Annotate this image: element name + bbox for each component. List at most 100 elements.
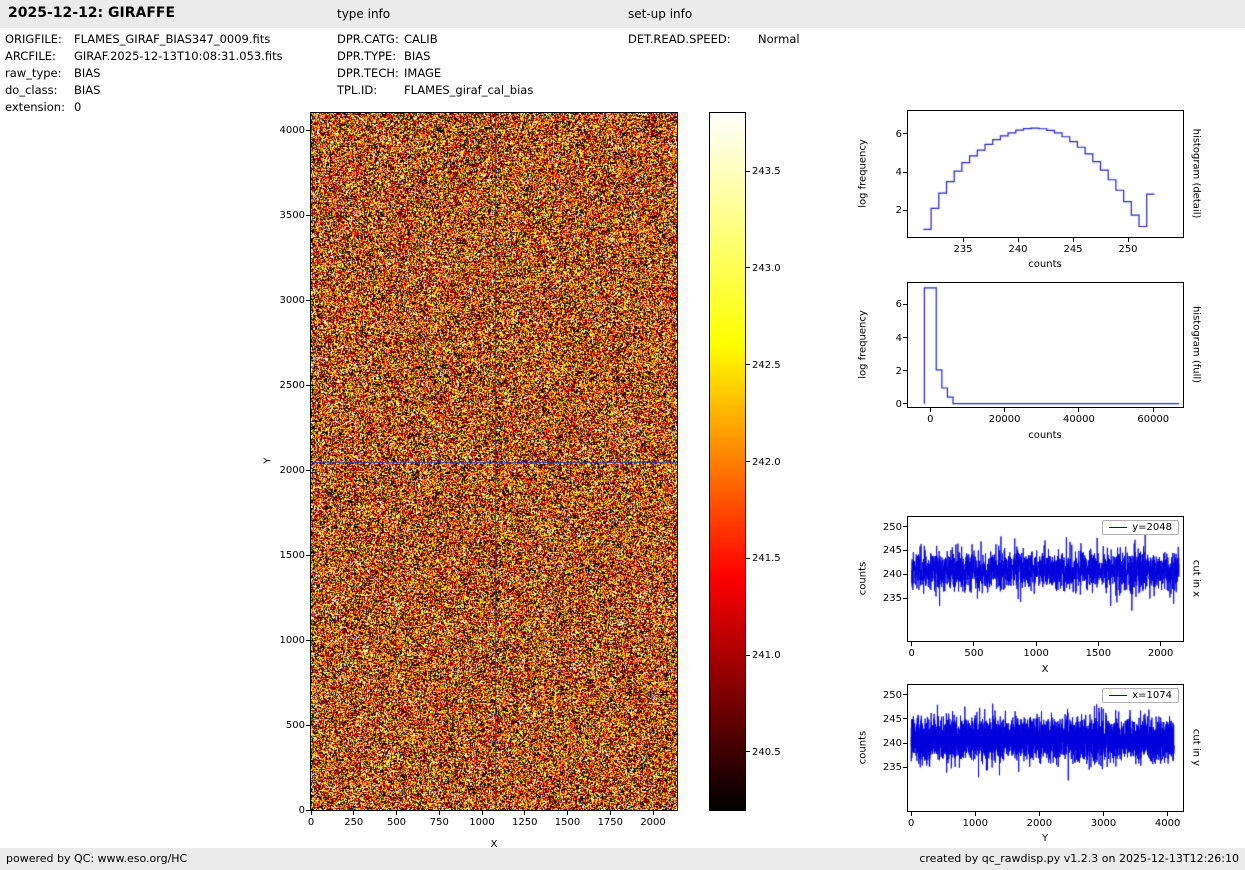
x-tick-mark	[481, 811, 483, 815]
y-tick-mark	[306, 384, 310, 386]
info-value: IMAGE	[404, 66, 442, 80]
cut-in-y-right-label: cut in y	[1190, 728, 1202, 767]
y-tick-label: 3500	[279, 210, 305, 221]
info-row: DPR.CATG: CALIB	[337, 31, 533, 48]
colorbar-tick-label: 241.5	[752, 553, 781, 565]
colorbar-canvas	[710, 113, 745, 810]
y-tick-mark	[903, 171, 907, 173]
x-tick-mark	[929, 408, 931, 412]
info-value: 0	[74, 100, 82, 114]
y-tick-label: 2500	[279, 380, 305, 391]
page-title: 2025-12-12: GIRAFFE	[8, 5, 176, 21]
info-row: DET.READ.SPEED: Normal	[628, 31, 800, 48]
x-tick-mark	[1072, 238, 1074, 242]
y-tick-label: 500	[285, 720, 305, 731]
colorbar-tick-label: 243.0	[752, 262, 781, 274]
colorbar-tick-label: 240.5	[752, 746, 781, 758]
header-bar	[0, 0, 1245, 28]
y-tick-label: 0	[298, 805, 305, 816]
y-tick-label: 1500	[279, 550, 305, 561]
info-value: BIAS	[74, 66, 101, 80]
x-tick-mark	[652, 811, 654, 815]
file-info-block: ORIGFILE: FLAMES_GIRAF_BIAS347_0009.fits A…	[5, 31, 283, 116]
x-tick-label: 1000	[962, 818, 989, 829]
x-tick-label: 40000	[1063, 414, 1095, 425]
info-label: raw_type:	[5, 66, 62, 80]
x-tick-label: 500	[964, 648, 984, 659]
x-tick-mark	[910, 812, 912, 816]
x-tick-label: 1500	[1085, 648, 1112, 659]
colorbar: 240.5 241.0 241.5 242.0 242.5 243.0 243.5	[709, 112, 781, 811]
x-tick-label: 2000	[1147, 648, 1174, 659]
y-tick-mark	[306, 129, 310, 131]
info-row: ARCFILE: GIRAF.2025-12-13T10:08:31.053.fi…	[5, 48, 283, 65]
colorbar-tick-mark	[746, 557, 750, 559]
x-tick-label: 0	[908, 648, 915, 659]
cut-in-y-x-axis-label: Y	[1041, 833, 1049, 844]
info-value: FLAMES_GIRAF_BIAS347_0009.fits	[74, 32, 271, 46]
x-tick-mark	[962, 238, 964, 242]
x-tick-mark	[1097, 642, 1099, 646]
raw-image-plot: 0 250 500 750 1000 1250 1500 1750 2000 0 500 1000 15…	[280, 112, 678, 828]
colorbar-tick-label: 243.5	[752, 166, 781, 178]
legend-line-icon	[1109, 695, 1128, 696]
x-tick-mark	[396, 811, 397, 815]
info-label: extension:	[5, 100, 65, 114]
y-tick-mark	[306, 554, 310, 556]
x-tick-mark	[1017, 238, 1019, 242]
cut-in-x-legend: y=2048	[1102, 520, 1179, 535]
colorbar-tick-mark	[746, 751, 750, 753]
y-tick-mark	[903, 742, 907, 744]
footer-left-text: powered by QC: www.eso.org/HC	[6, 852, 188, 865]
info-value: FLAMES_giraf_cal_bias	[404, 83, 534, 97]
cut-in-x-plot: y=2048 0 500 1000 1500 2000 235 240 245 250	[883, 516, 1184, 659]
x-tick-mark	[567, 811, 569, 815]
y-tick-mark	[903, 209, 907, 211]
histogram-detail-canvas	[908, 111, 1183, 237]
x-tick-mark	[1160, 642, 1162, 646]
info-value: Normal	[758, 32, 800, 46]
cut-in-x-canvas	[908, 517, 1183, 641]
cut-in-x-y-axis-label: counts	[857, 561, 869, 596]
histogram-full-canvas	[908, 283, 1183, 407]
y-tick-mark	[306, 809, 310, 811]
colorbar-tick-label: 242.0	[752, 456, 781, 468]
x-tick-mark	[1004, 408, 1006, 412]
raw-image-canvas	[311, 113, 677, 810]
info-row: raw_type: BIAS	[5, 65, 283, 82]
x-tick-label: 245	[1063, 244, 1083, 255]
x-tick-label: 235	[953, 244, 973, 255]
colorbar-tick-mark	[746, 170, 750, 172]
x-tick-label: 2000	[640, 817, 666, 828]
info-label: ORIGFILE:	[5, 32, 62, 46]
colorbar-tick-label: 242.5	[752, 359, 781, 371]
y-tick-label: 1000	[279, 635, 305, 646]
x-tick-mark	[974, 812, 976, 816]
x-tick-label: 60000	[1137, 414, 1170, 425]
x-tick-label: 4000	[1154, 818, 1181, 829]
x-tick-label: 0	[927, 414, 934, 425]
info-row: DPR.TYPE: BIAS	[337, 48, 533, 65]
x-tick-mark	[1167, 812, 1169, 816]
y-tick-mark	[306, 299, 310, 301]
x-tick-mark	[310, 811, 312, 815]
x-tick-mark	[1103, 812, 1104, 816]
x-tick-label: 240	[1008, 244, 1028, 255]
info-label: DPR.CATG:	[337, 32, 399, 46]
qc-report-page: 2025-12-12: GIRAFFE type info set-up inf…	[0, 0, 1245, 870]
y-tick-mark	[903, 370, 907, 372]
y-tick-mark	[903, 573, 907, 575]
setup-info-block: DET.READ.SPEED: Normal	[628, 31, 800, 48]
info-value: BIAS	[404, 49, 431, 63]
x-tick-mark	[524, 811, 526, 815]
histogram-full-x-axis-label: counts	[1028, 430, 1062, 441]
histogram-full-y-axis-label: log frequency	[857, 310, 869, 379]
info-label: DPR.TECH:	[337, 66, 399, 80]
type-info-block: DPR.CATG: CALIB DPR.TYPE: BIAS DPR.TECH: IMAG…	[337, 31, 533, 99]
info-label: do_class:	[5, 83, 58, 97]
cut-in-y-y-axis-label: counts	[857, 730, 869, 765]
histogram-full-plot: 0 20000 40000 60000 0 2 4 6	[896, 282, 1184, 425]
info-row: do_class: BIAS	[5, 82, 283, 99]
colorbar-tick-mark	[746, 654, 750, 656]
info-label: ARCFILE:	[5, 49, 56, 63]
